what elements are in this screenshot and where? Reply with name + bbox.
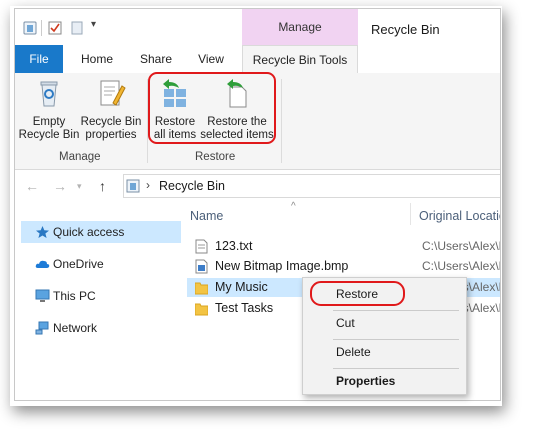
folder-icon [195,282,208,295]
new-folder-icon[interactable] [70,21,84,35]
nav-item-label: This PC [53,289,96,303]
context-menu-label: Properties [336,374,396,388]
up-arrow-icon[interactable]: ↑ [99,178,106,194]
cloud-icon [35,260,50,268]
properties-label-1: Recycle Bin [80,116,142,128]
qat-separator [41,20,42,36]
context-menu-item-properties[interactable]: Properties [303,370,466,392]
tab-manage-context: Manage [242,9,358,45]
context-menu-label: Delete [336,345,371,359]
recycle-bin-icon [40,81,58,107]
nav-item-label: Network [53,321,98,335]
ribbon-tabs: File Home Share View Recycle Bin Tools [15,45,500,75]
folder-icon [195,303,208,316]
sort-ascending-icon: ^ [291,201,296,212]
image-file-icon [195,259,208,274]
properties-checkmark-icon[interactable] [48,21,62,35]
tab-home[interactable]: Home [73,45,121,73]
file-name: New Bitmap Image.bmp [215,259,349,273]
nav-item-network[interactable]: Network [21,317,181,339]
computer-icon [35,289,50,302]
window-title: Recycle Bin [371,22,440,37]
column-header-name[interactable]: Name [190,209,223,223]
qat-dropdown-icon[interactable]: ▾ [91,19,96,30]
recent-locations-dropdown-icon[interactable]: ▾ [77,181,82,192]
recycle-bin-icon [126,179,140,193]
back-arrow-icon[interactable]: ← [25,178,39,194]
context-menu-separator [333,310,459,311]
chevron-right-icon[interactable]: › [146,178,150,192]
nav-item-quick-access[interactable]: Quick access [21,221,181,243]
context-menu-label: Cut [336,316,355,330]
column-header-original-location[interactable]: Original Locatio [419,209,500,223]
properties-label-2: properties [85,129,137,141]
tab-recycle-bin-tools[interactable]: Recycle Bin Tools [242,45,358,75]
file-row[interactable]: New Bitmap Image.bmp C:\Users\Alex\D [187,257,500,276]
file-name: My Music [215,280,268,294]
empty-recycle-bin-label-1: Empty [32,116,66,128]
column-divider[interactable] [410,203,411,225]
group-label-manage: Manage [59,151,101,163]
address-path: Recycle Bin [159,179,225,193]
tab-share[interactable]: Share [133,45,179,73]
file-name: 123.txt [215,239,253,253]
group-label-restore: Restore [195,151,236,163]
file-location: C:\Users\Alex\D [422,239,501,253]
file-name: Test Tasks [215,301,274,315]
properties-icon [100,80,126,106]
context-menu-separator [333,368,459,369]
network-icon [35,321,49,335]
restore-menu-highlight [310,281,405,306]
context-menu-item-delete[interactable]: Delete [303,341,466,363]
recycle-bin-properties-button[interactable]: Recycle Bin properties [79,77,143,142]
text-file-icon [195,239,208,254]
file-row[interactable]: 123.txt C:\Users\Alex\D [187,237,500,256]
tab-file[interactable]: File [15,45,63,73]
navigation-pane: Quick access OneDrive This PC Network [15,201,183,400]
nav-item-label: Quick access [53,225,125,239]
star-icon [36,226,49,238]
nav-item-this-pc[interactable]: This PC [21,285,181,307]
recycle-bin-icon[interactable] [23,21,37,35]
forward-arrow-icon[interactable]: → [53,178,67,194]
context-menu-item-cut[interactable]: Cut [303,312,466,334]
empty-recycle-bin-label-2: Recycle Bin [18,129,80,141]
nav-item-label: OneDrive [53,257,104,271]
context-menu-separator [333,339,459,340]
group-separator [281,79,282,163]
file-location: C:\Users\Alex\D [422,259,501,273]
nav-item-onedrive[interactable]: OneDrive [21,253,181,275]
address-bar: ← → ▾ ↑ › Recycle Bin [15,171,500,202]
empty-recycle-bin-button[interactable]: Empty Recycle Bin [17,77,81,142]
restore-group-highlight [148,72,276,144]
title-bar: ▾ Manage Recycle Bin [15,9,500,45]
tab-view[interactable]: View [189,45,233,73]
